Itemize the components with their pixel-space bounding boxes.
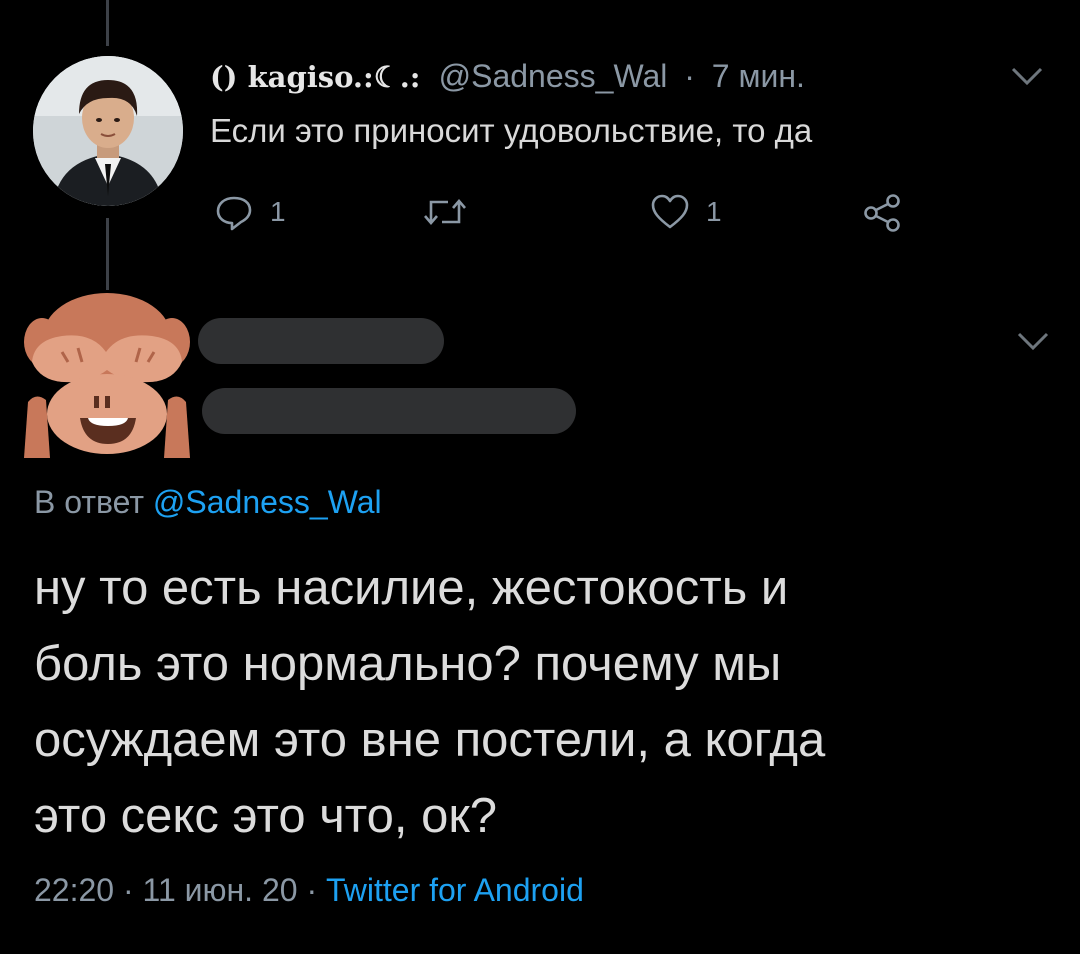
tweet-header: () kagiso.:☾.: @Sadness_Wal · 7 мин. — [210, 58, 805, 95]
thread-line-top — [106, 0, 109, 46]
tweet-actions: 1 1 — [210, 190, 930, 234]
separator: · — [306, 872, 318, 908]
reply-icon — [216, 196, 252, 231]
tweet-footer: 22:20 · 11 июн. 20 · Twitter for Android — [34, 872, 584, 909]
reply-prefix: В ответ — [34, 484, 145, 520]
avatar[interactable] — [22, 292, 192, 458]
tweet-text: Если это приносит удовольствие, то да — [210, 112, 813, 149]
tweet-time: 22:20 — [34, 872, 115, 908]
tweet-source-link[interactable]: Twitter for Android — [326, 872, 584, 908]
reply-handle-link[interactable]: @Sadness_Wal — [153, 484, 382, 520]
reply-button[interactable]: 1 — [214, 190, 286, 234]
see-no-evil-monkey-icon — [24, 293, 190, 458]
tweet-text-line: это секс это что, ок? — [34, 789, 498, 843]
separator: · — [684, 58, 695, 94]
like-icon — [651, 194, 689, 229]
reply-count: 1 — [270, 196, 286, 227]
tweet-text-line: осуждаем это вне постели, а когда — [34, 713, 826, 767]
avatar-photo — [33, 56, 183, 206]
name-badge: () — [210, 60, 238, 94]
tweet-thread: () kagiso.:☾.: @Sadness_Wal · 7 мин. Есл… — [0, 0, 1080, 954]
tweet-text-line: боль это нормально? почему мы — [34, 637, 782, 691]
chevron-down-icon[interactable] — [1010, 66, 1044, 86]
redacted-username — [202, 388, 576, 434]
avatar[interactable] — [33, 56, 183, 206]
share-button[interactable] — [862, 190, 902, 234]
timestamp[interactable]: 7 мин. — [712, 58, 805, 94]
tweet-text: ну то есть насилие, жестокость и боль эт… — [34, 550, 1054, 854]
separator: · — [122, 872, 134, 908]
share-icon — [864, 194, 900, 232]
thread-line-connector — [106, 218, 109, 290]
username[interactable]: @Sadness_Wal — [439, 58, 668, 94]
reply-context: В ответ @Sadness_Wal — [34, 484, 382, 521]
like-button[interactable]: 1 — [650, 190, 722, 234]
tweet-text-line: ну то есть насилие, жестокость и — [34, 561, 789, 615]
tweet-date: 11 июн. 20 — [142, 872, 298, 908]
retweet-button[interactable] — [422, 190, 468, 234]
chevron-down-icon[interactable] — [1016, 331, 1050, 351]
redacted-display-name — [198, 318, 444, 364]
like-count: 1 — [706, 196, 722, 227]
display-name[interactable]: () kagiso.:☾.: — [210, 60, 431, 94]
retweet-icon — [424, 199, 466, 225]
